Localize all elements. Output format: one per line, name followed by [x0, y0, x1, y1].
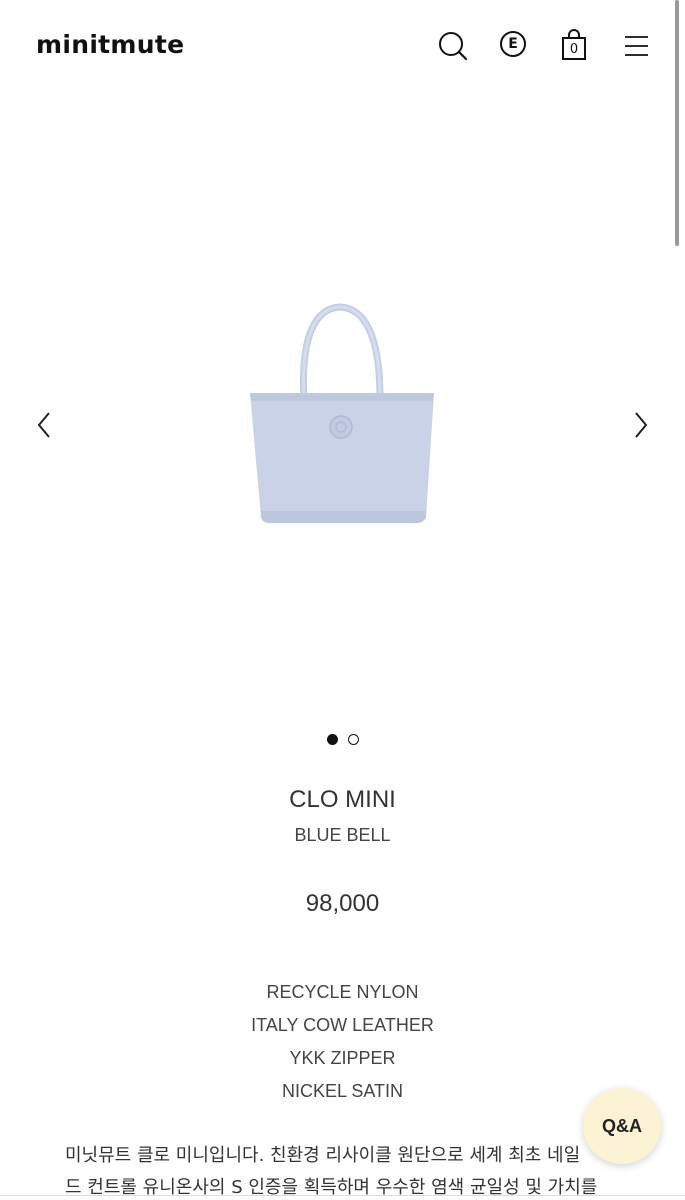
chevron-right-icon[interactable] [626, 405, 656, 445]
cart-count: 0 [569, 42, 579, 57]
e-icon-letter: E [508, 36, 518, 52]
product-description: 미닛뮤트 클로 미니입니다. 친환경 리사이클 원단으로 세계 최초 네일 드 … [65, 1140, 625, 1200]
materials-list: RECYCLE NYLON ITALY COW LEATHER YKK ZIPP… [0, 976, 685, 1108]
pagination-dot-2[interactable] [347, 734, 359, 745]
material-item: YKK ZIPPER [289, 1048, 396, 1068]
search-icon[interactable] [436, 28, 470, 64]
product-name: CLO MINI [289, 786, 396, 813]
site-header: minitmute E 0 [0, 0, 685, 95]
gallery-pagination [0, 734, 685, 746]
product-price: 98,000 [305, 890, 380, 917]
e-icon[interactable]: E [496, 28, 530, 64]
material-item: NICKEL SATIN [281, 1081, 404, 1101]
product-gallery [0, 95, 685, 715]
product-page: minitmute E 0 CLO MINI BLUE BELL 98,000 … [0, 0, 685, 1200]
pagination-dot-1[interactable] [326, 734, 338, 745]
material-item: ITALY COW LEATHER [251, 1015, 434, 1035]
divider [0, 1195, 685, 1196]
chevron-left-icon[interactable] [30, 405, 60, 445]
shopping-bag-icon[interactable]: 0 [557, 28, 591, 64]
description-line: 미닛뮤트 클로 미니입니다. 친환경 리사이클 원단으로 세계 최초 네일 [65, 1145, 581, 1166]
brand-logo[interactable]: minitmute [36, 30, 184, 59]
qa-button[interactable]: Q&A [583, 1088, 661, 1164]
menu-icon[interactable] [620, 28, 654, 64]
product-image[interactable] [230, 295, 460, 535]
product-color: BLUE BELL [294, 825, 391, 845]
material-item: RECYCLE NYLON [266, 982, 419, 1002]
